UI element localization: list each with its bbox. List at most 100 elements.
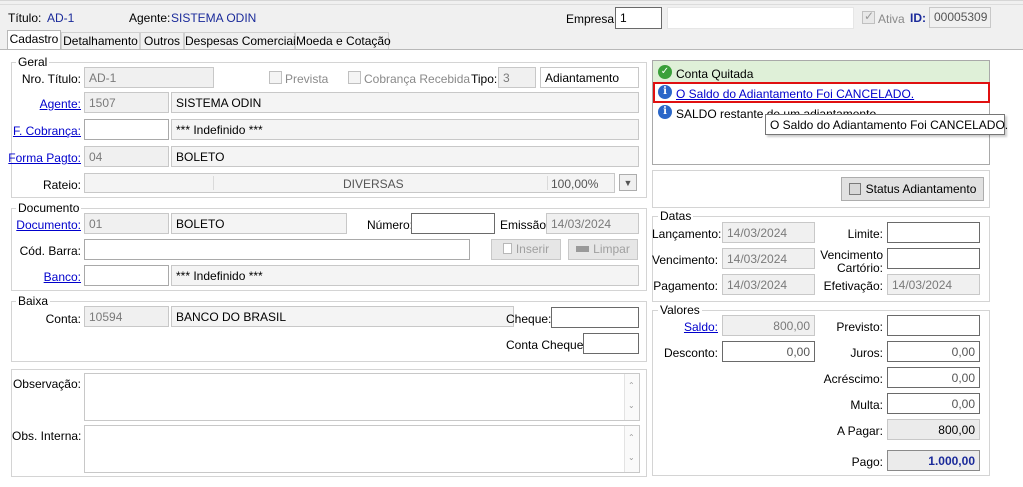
id-field: 00005309	[929, 7, 991, 28]
vencimento-label: Vencimento:	[652, 253, 719, 267]
empresa-label: Empresa:	[566, 12, 618, 26]
juros-input[interactable]: 0,00	[887, 341, 980, 362]
observacao-scrollbar[interactable]: ⌃ ⌄	[624, 374, 639, 420]
limite-input[interactable]	[887, 222, 980, 243]
forma-pagto-desc-field: BOLETO	[171, 146, 639, 167]
ativa-checkbox[interactable]: ✓	[862, 9, 875, 24]
geral-title: Geral	[16, 55, 50, 69]
forma-pagto-link[interactable]: Forma Pagto:	[6, 151, 81, 165]
acrescimo-input[interactable]: 0,00	[887, 367, 980, 388]
desconto-label: Desconto:	[663, 346, 718, 360]
tab-detalhamento[interactable]: Detalhamento	[61, 32, 140, 49]
nro-titulo-field: AD-1	[84, 67, 214, 88]
conta-cheque-input[interactable]	[583, 333, 639, 354]
empresa-code-input[interactable]: 1	[615, 7, 662, 29]
tipo-desc-field: Adiantamento	[540, 67, 639, 88]
pagamento-field: 14/03/2024	[722, 274, 815, 295]
tooltip-text: O Saldo do Adiantamento Foi CANCELADO.	[770, 118, 1009, 132]
titulo-value: AD-1	[47, 11, 75, 25]
conta-label: Conta:	[45, 312, 81, 326]
previsto-label: Previsto:	[836, 320, 883, 334]
tab-cadastro[interactable]: Cadastro	[7, 30, 61, 50]
a-pagar-label: A Pagar:	[836, 424, 883, 438]
efetivacao-label: Efetivação:	[823, 279, 883, 293]
inserir-label: Inserir	[515, 242, 550, 256]
empresa-name-field[interactable]	[667, 7, 854, 29]
saldo-cancelado-link[interactable]: O Saldo do Adiantamento Foi CANCELADO.	[676, 87, 914, 101]
prevista-label: Prevista	[285, 72, 329, 86]
tooltip: O Saldo do Adiantamento Foi CANCELADO.	[765, 114, 1009, 135]
conta-quitada-text: Conta Quitada	[676, 67, 754, 81]
obs-interna-scrollbar[interactable]: ⌃ ⌄	[624, 426, 639, 472]
saldo-link[interactable]: Saldo:	[652, 320, 718, 334]
inserir-button[interactable]: Inserir	[491, 239, 561, 260]
tab-outros[interactable]: Outros	[140, 32, 184, 49]
document-icon	[502, 243, 512, 254]
multa-input[interactable]: 0,00	[887, 393, 980, 414]
tipo-code-field: 3	[498, 67, 536, 88]
numero-input[interactable]	[411, 213, 495, 234]
rateio-dropdown-button[interactable]: ▼	[619, 174, 637, 191]
f-cobranca-link[interactable]: F. Cobrança:	[10, 124, 81, 138]
prevista-checkbox[interactable]	[269, 71, 282, 84]
agente-link[interactable]: Agente:	[20, 97, 81, 111]
desconto-input[interactable]: 0,00	[722, 341, 815, 362]
rateio-label: Rateio:	[42, 178, 81, 192]
tab-moeda-cotacao[interactable]: Moeda e Cotação	[295, 32, 391, 49]
limpar-button[interactable]: Limpar	[568, 239, 638, 260]
cod-barra-label: Cód. Barra:	[19, 244, 81, 258]
pago-label: Pago:	[851, 455, 883, 469]
info-icon: i	[658, 85, 672, 99]
banco-code-input[interactable]	[84, 265, 169, 286]
documento-title: Documento	[16, 201, 82, 215]
top-divider	[0, 4, 1023, 5]
agente-header-label: Agente:	[129, 11, 171, 25]
observacao-label: Observação:	[12, 377, 81, 391]
id-label: ID:	[910, 11, 926, 25]
forma-pagto-code-field: 04	[84, 146, 169, 167]
acrescimo-label: Acréscimo:	[823, 372, 883, 386]
obs-interna-textarea[interactable]: ⌃ ⌄	[84, 425, 640, 473]
pago-field: 1.000,00	[887, 450, 980, 471]
vencimento-field: 14/03/2024	[722, 248, 815, 269]
rateio-pct: 100,00%	[551, 177, 599, 191]
observacao-textarea[interactable]: ⌃ ⌄	[84, 373, 640, 421]
cobranca-recebida-checkbox[interactable]	[348, 71, 361, 84]
agente-desc-field: SISTEMA ODIN	[171, 92, 639, 113]
documento-code-field: 01	[84, 213, 169, 234]
limite-label: Limite:	[847, 227, 883, 241]
baixa-title: Baixa	[16, 294, 51, 308]
multa-label: Multa:	[850, 398, 883, 412]
previsto-input[interactable]	[887, 315, 980, 336]
banco-link[interactable]: Banco:	[10, 270, 81, 284]
tipo-label: Tipo:	[471, 72, 498, 86]
nro-titulo-label: Nro. Título:	[21, 72, 81, 86]
conta-code-field: 10594	[84, 306, 169, 327]
documento-desc-field: BOLETO	[171, 213, 347, 234]
emissao-label: Emissão:	[500, 218, 550, 232]
conta-cheque-label: Conta Cheque:	[506, 338, 587, 352]
status-adiantamento-button[interactable]: Status Adiantamento	[841, 177, 984, 201]
numero-label: Número:	[367, 218, 414, 232]
emissao-field: 14/03/2024	[546, 213, 639, 234]
rateio-desc: DIVERSAS	[343, 177, 404, 191]
valores-title: Valores	[658, 303, 702, 317]
cheque-input[interactable]	[551, 307, 639, 328]
report-icon	[848, 183, 861, 195]
cod-barra-input[interactable]	[84, 239, 470, 260]
tab-despesas-comerciais[interactable]: Despesas Comerciais	[184, 32, 302, 49]
f-cobranca-code-input[interactable]	[84, 119, 169, 140]
juros-label: Juros:	[850, 346, 883, 360]
venc-cartorio-input[interactable]	[887, 248, 980, 269]
efetivacao-field: 14/03/2024	[887, 274, 980, 295]
check-icon: ✓	[658, 65, 672, 79]
eraser-icon	[576, 246, 590, 252]
datas-title: Datas	[658, 209, 694, 223]
a-pagar-field: 800,00	[887, 419, 980, 440]
documento-link[interactable]: Documento:	[10, 218, 81, 232]
cheque-label: Cheque:	[506, 312, 552, 326]
obs-interna-label: Obs. Interna:	[12, 429, 82, 443]
lancamento-field: 14/03/2024	[722, 222, 815, 243]
info-icon: i	[658, 105, 672, 119]
cobranca-recebida-label: Cobrança Recebida	[364, 72, 471, 86]
